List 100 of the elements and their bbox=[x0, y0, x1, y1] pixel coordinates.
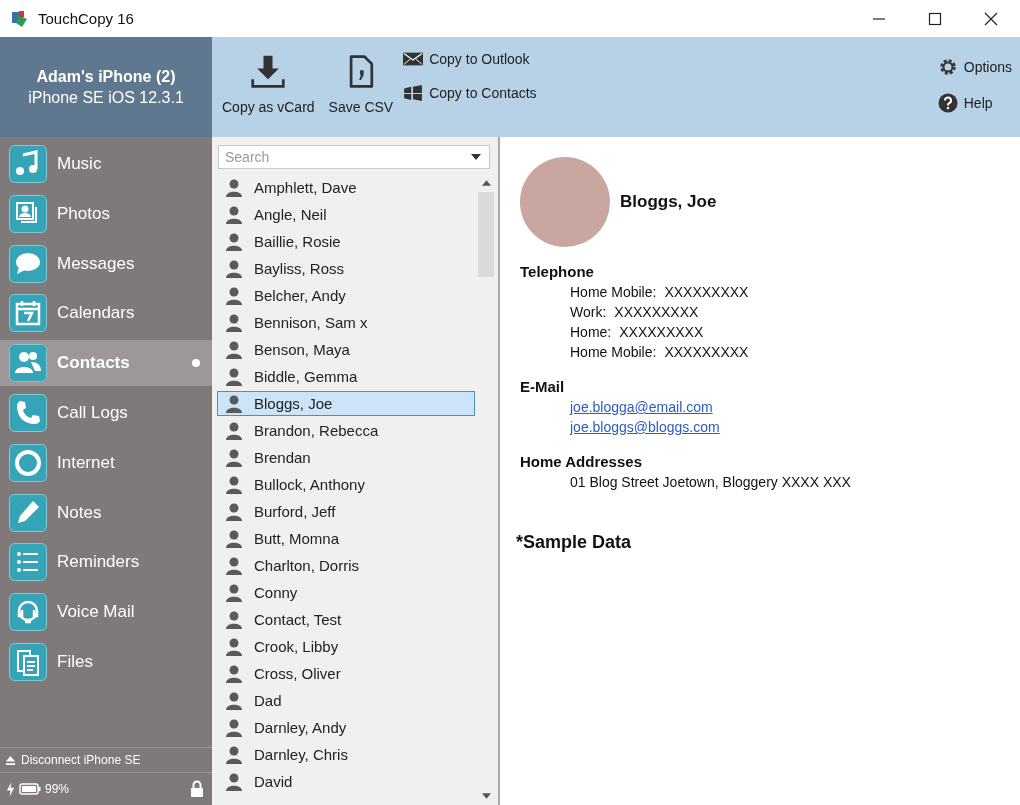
device-model: iPhone SE iOS 12.3.1 bbox=[28, 88, 184, 107]
toolbar-button[interactable]: Options bbox=[937, 57, 1012, 77]
person-icon bbox=[226, 664, 242, 683]
contact-item[interactable]: Baillie, Rosie bbox=[217, 229, 475, 254]
contact-item[interactable]: Belcher, Andy bbox=[217, 283, 475, 308]
category-icon bbox=[9, 543, 47, 582]
contact-item[interactable]: Dad bbox=[217, 688, 475, 713]
category-icon bbox=[9, 593, 47, 632]
category-icon bbox=[9, 145, 47, 183]
person-icon bbox=[226, 529, 242, 548]
email-link[interactable]: joe.bloggs@bloggs.com bbox=[570, 417, 720, 437]
windows-logo-icon bbox=[403, 85, 424, 101]
contact-item[interactable]: Bayliss, Ross bbox=[217, 256, 475, 281]
field-label: Home Mobile: bbox=[570, 283, 657, 302]
phone-number: XXXXXXXXX bbox=[664, 343, 749, 362]
email-link[interactable]: joe.blogga@email.com bbox=[570, 397, 713, 417]
person-icon bbox=[226, 421, 242, 440]
toolbar-button[interactable]: Help bbox=[937, 93, 1012, 113]
person-icon bbox=[226, 718, 242, 737]
person-icon bbox=[226, 583, 242, 602]
contact-item[interactable]: Butt, Momna bbox=[217, 526, 475, 551]
disconnect-button[interactable]: Disconnect iPhone SE bbox=[0, 747, 212, 773]
contact-item[interactable]: Cross, Oliver bbox=[217, 661, 475, 686]
contact-item[interactable]: Darnley, Andy bbox=[217, 715, 475, 740]
contact-item[interactable]: Brendan bbox=[217, 445, 475, 470]
contact-name: Bloggs, Joe bbox=[620, 192, 717, 212]
contact-item[interactable]: Bullock, Anthony bbox=[217, 472, 475, 497]
phone-number: XXXXXXXXX bbox=[614, 303, 699, 322]
toolbar-button[interactable]: Copy to Contacts bbox=[403, 85, 537, 101]
contact-item[interactable]: Contact, Test bbox=[217, 607, 475, 632]
contact-item[interactable]: Crook, Libby bbox=[217, 634, 475, 659]
person-icon bbox=[226, 394, 242, 413]
sidebar-item[interactable]: Messages bbox=[0, 240, 212, 287]
sidebar-item[interactable]: Calendars bbox=[0, 290, 212, 337]
dropdown-caret-icon bbox=[471, 154, 481, 160]
person-icon bbox=[226, 178, 242, 197]
lock-icon[interactable] bbox=[190, 780, 204, 798]
contact-item[interactable]: Amphlett, Dave bbox=[217, 175, 475, 200]
person-icon bbox=[226, 637, 242, 656]
category-icon bbox=[9, 194, 47, 233]
battery-level: 99% bbox=[45, 782, 70, 796]
scroll-down-icon[interactable] bbox=[481, 793, 491, 799]
toolbar-button[interactable]: Save CSV bbox=[324, 37, 398, 115]
section-heading: Telephone bbox=[520, 263, 595, 280]
contact-item[interactable]: Bloggs, Joe bbox=[217, 391, 475, 416]
toolbar-button[interactable]: Copy as vCard bbox=[218, 37, 319, 115]
person-icon bbox=[226, 556, 242, 575]
contact-item[interactable]: Biddle, Gemma bbox=[217, 364, 475, 389]
person-icon bbox=[226, 475, 242, 494]
section-heading: E-Mail bbox=[520, 378, 566, 395]
scroll-up-icon[interactable] bbox=[481, 180, 491, 186]
category-icon bbox=[9, 344, 47, 383]
search-field[interactable]: Search bbox=[218, 145, 490, 169]
charging-icon bbox=[6, 781, 15, 797]
contact-item[interactable]: Benson, Maya bbox=[217, 337, 475, 362]
sidebar-item[interactable]: Voice Mail bbox=[0, 589, 212, 636]
person-icon bbox=[226, 313, 242, 332]
download-icon bbox=[250, 53, 287, 91]
field-label: Home: bbox=[570, 323, 612, 342]
envelope-icon bbox=[403, 51, 424, 67]
settings-icon bbox=[937, 57, 958, 77]
category-icon bbox=[9, 443, 47, 482]
person-icon bbox=[226, 691, 242, 710]
category-icon bbox=[9, 642, 47, 681]
contact-item[interactable]: Charlton, Dorris bbox=[217, 553, 475, 578]
category-icon bbox=[9, 244, 47, 283]
sidebar-item[interactable]: Internet bbox=[0, 439, 212, 486]
contact-item[interactable]: Darnley, Chris bbox=[217, 742, 475, 767]
sidebar-item[interactable]: Music bbox=[0, 141, 212, 187]
close-icon[interactable] bbox=[984, 11, 998, 26]
sidebar-item[interactable]: Notes bbox=[0, 489, 212, 536]
person-icon bbox=[226, 367, 242, 386]
help-icon bbox=[937, 93, 958, 113]
person-icon bbox=[226, 502, 242, 521]
maximize-icon[interactable] bbox=[928, 11, 942, 26]
contact-item[interactable]: Bennison, Sam x bbox=[217, 310, 475, 335]
sidebar-item[interactable]: Call Logs bbox=[0, 390, 212, 436]
person-icon bbox=[226, 205, 242, 224]
category-icon bbox=[9, 394, 47, 432]
sample-data-note: *Sample Data bbox=[516, 532, 633, 553]
sidebar-item[interactable]: Reminders bbox=[0, 539, 212, 586]
contact-item[interactable]: Brandon, Rebecca bbox=[217, 418, 475, 443]
person-icon bbox=[226, 232, 242, 251]
contact-item[interactable]: David bbox=[217, 769, 475, 794]
toolbar-button[interactable]: Copy to Outlook bbox=[403, 51, 537, 67]
field-label: Work: bbox=[570, 303, 607, 322]
contact-item[interactable]: Burford, Jeff bbox=[217, 499, 475, 524]
address-text: 01 Blog Street Joetown, Bloggery XXXX XXX bbox=[570, 473, 851, 492]
sidebar-item[interactable]: Photos bbox=[0, 190, 212, 237]
eject-icon bbox=[5, 754, 16, 766]
person-icon bbox=[226, 286, 242, 305]
category-icon bbox=[9, 294, 47, 333]
person-icon bbox=[226, 772, 242, 791]
category-icon bbox=[9, 493, 47, 532]
app-logo-icon bbox=[10, 8, 30, 29]
contact-item[interactable]: Angle, Neil bbox=[217, 202, 475, 227]
contact-item[interactable]: Conny bbox=[217, 580, 475, 605]
section-heading: Home Addresses bbox=[520, 453, 643, 470]
sidebar-item[interactable]: Files bbox=[0, 638, 212, 685]
phone-number: XXXXXXXXX bbox=[619, 323, 704, 342]
